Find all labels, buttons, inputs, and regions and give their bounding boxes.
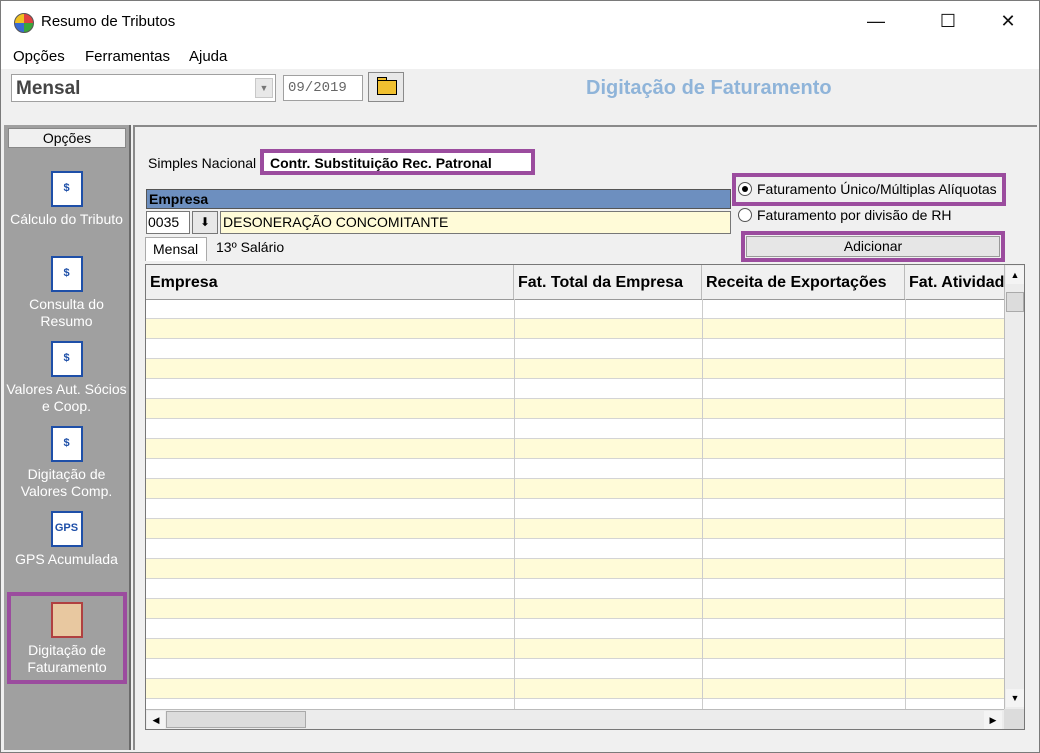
grid-divider <box>905 299 906 709</box>
sidebar-item-calculo[interactable]: $ Cálculo do Tributo <box>4 171 129 228</box>
add-button-frame: Adicionar <box>741 231 1005 262</box>
scroll-right-icon[interactable]: ▶ <box>984 711 1002 729</box>
empresa-code-field[interactable]: 0035 <box>146 211 190 234</box>
menu-bar: Opções Ferramentas Ajuda <box>1 41 1039 69</box>
sidebar-item-digitacao-valores[interactable]: $ Digitação de Valores Comp. <box>4 426 129 500</box>
grid-rows <box>146 299 1004 709</box>
app-window: Resumo de Tributos — ☐ ✕ Opções Ferramen… <box>0 0 1040 753</box>
table-row[interactable] <box>146 559 1004 579</box>
period-input[interactable]: 09/2019 <box>283 75 363 101</box>
menu-ajuda[interactable]: Ajuda <box>189 48 227 65</box>
col-fat-total[interactable]: Fat. Total da Empresa <box>514 265 702 299</box>
table-row[interactable] <box>146 619 1004 639</box>
scroll-left-icon[interactable]: ◀ <box>147 711 165 729</box>
table-row[interactable] <box>146 519 1004 539</box>
close-button[interactable]: ✕ <box>985 6 1031 36</box>
horizontal-scrollbar[interactable]: ◀ ▶ <box>146 709 1004 729</box>
calculator-document-icon: $ <box>50 171 83 207</box>
tab-simples-nacional[interactable]: Simples Nacional <box>148 155 256 171</box>
table-row[interactable] <box>146 359 1004 379</box>
radio-checked-icon <box>738 182 752 196</box>
computer-dollar-icon: $ <box>50 256 83 292</box>
table-row[interactable] <box>146 379 1004 399</box>
grid-divider <box>702 299 703 709</box>
table-row[interactable] <box>146 459 1004 479</box>
window-title: Resumo de Tributos <box>41 13 176 30</box>
lookup-button[interactable]: ⬇ <box>192 211 218 234</box>
col-receita-export[interactable]: Receita de Exportações <box>702 265 905 299</box>
sidebar-item-faturamento[interactable]: Digitação de Faturamento <box>7 592 127 684</box>
sidebar-item-label: Digitação de Valores Comp. <box>20 466 113 499</box>
open-folder-button[interactable] <box>368 72 404 102</box>
gps-document-icon: GPS <box>50 511 83 547</box>
table-row[interactable] <box>146 419 1004 439</box>
data-grid: Empresa Fat. Total da Empresa Receita de… <box>145 264 1025 730</box>
empresa-header: Empresa <box>146 189 731 209</box>
table-row[interactable] <box>146 599 1004 619</box>
radio-faturamento-rh[interactable]: Faturamento por divisão de RH <box>738 207 952 223</box>
table-row[interactable] <box>146 319 1004 339</box>
ledger-book-icon <box>51 602 83 638</box>
scroll-down-icon[interactable]: ▼ <box>1006 689 1024 707</box>
sidebar-item-label: Digitação de Faturamento <box>27 642 107 675</box>
scroll-corner <box>1004 709 1024 729</box>
table-row[interactable] <box>146 439 1004 459</box>
document-edit-dollar-icon: $ <box>50 426 83 462</box>
chevron-down-icon[interactable]: ▼ <box>255 78 273 98</box>
toolbar: Mensal ▼ 09/2019 Digitação de Faturament… <box>1 69 1039 115</box>
radio-label: Faturamento por divisão de RH <box>757 207 952 223</box>
subtab-13-salario[interactable]: 13º Salário <box>216 239 284 255</box>
sidebar-item-gps[interactable]: GPS GPS Acumulada <box>4 511 129 568</box>
table-row[interactable] <box>146 639 1004 659</box>
vertical-scroll-thumb[interactable] <box>1006 292 1024 312</box>
sidebar-item-consulta[interactable]: $ Consulta do Resumo <box>4 256 129 330</box>
table-row[interactable] <box>146 539 1004 559</box>
empresa-name-field[interactable]: DESONERAÇÃO CONCOMITANTE <box>220 211 731 234</box>
table-row[interactable] <box>146 579 1004 599</box>
horizontal-scroll-thumb[interactable] <box>166 711 306 728</box>
sidebar-header: Opções <box>8 128 126 148</box>
grid-divider <box>514 299 515 709</box>
menu-opcoes[interactable]: Opções <box>13 48 65 65</box>
subtab-mensal[interactable]: Mensal <box>145 237 207 261</box>
table-row[interactable] <box>146 339 1004 359</box>
table-row[interactable] <box>146 399 1004 419</box>
menu-ferramentas[interactable]: Ferramentas <box>85 48 170 65</box>
title-bar: Resumo de Tributos — ☐ ✕ <box>1 1 1039 41</box>
app-logo-icon <box>14 13 34 33</box>
tab-contr-substituicao[interactable]: Contr. Substituição Rec. Patronal <box>260 149 535 175</box>
minimize-button[interactable]: — <box>853 6 899 36</box>
radio-unchecked-icon <box>738 208 752 222</box>
sidebar-item-label: Cálculo do Tributo <box>10 211 123 227</box>
sidebar-item-valores[interactable]: $ Valores Aut. Sócios e Coop. <box>4 341 129 415</box>
sidebar-item-label: Valores Aut. Sócios e Coop. <box>6 381 127 414</box>
maximize-button[interactable]: ☐ <box>925 6 971 36</box>
table-row[interactable] <box>146 679 1004 699</box>
table-row[interactable] <box>146 479 1004 499</box>
radio-label: Faturamento Único/Múltiplas Alíquotas <box>757 181 997 197</box>
options-sidebar: Opções $ Cálculo do Tributo $ Consulta d… <box>4 125 131 750</box>
grid-header: Empresa Fat. Total da Empresa Receita de… <box>146 265 1004 300</box>
col-empresa[interactable]: Empresa <box>146 265 514 299</box>
person-dollar-icon: $ <box>50 341 83 377</box>
col-fat-atividades[interactable]: Fat. Atividades <box>905 265 1004 299</box>
scroll-up-icon[interactable]: ▲ <box>1006 266 1024 284</box>
table-row[interactable] <box>146 659 1004 679</box>
period-type-value: Mensal <box>16 78 81 99</box>
vertical-scrollbar[interactable]: ▲ ▼ <box>1004 265 1024 709</box>
sidebar-item-label: Consulta do Resumo <box>29 296 104 329</box>
page-heading: Digitação de Faturamento <box>586 77 832 99</box>
table-row[interactable] <box>146 499 1004 519</box>
table-row[interactable] <box>146 299 1004 319</box>
radio-faturamento-unico[interactable]: Faturamento Único/Múltiplas Alíquotas <box>738 181 997 197</box>
add-button[interactable]: Adicionar <box>746 236 1000 257</box>
sidebar-item-label: GPS Acumulada <box>15 551 118 567</box>
period-type-select[interactable]: Mensal ▼ <box>11 74 276 102</box>
folder-open-icon <box>377 80 397 95</box>
